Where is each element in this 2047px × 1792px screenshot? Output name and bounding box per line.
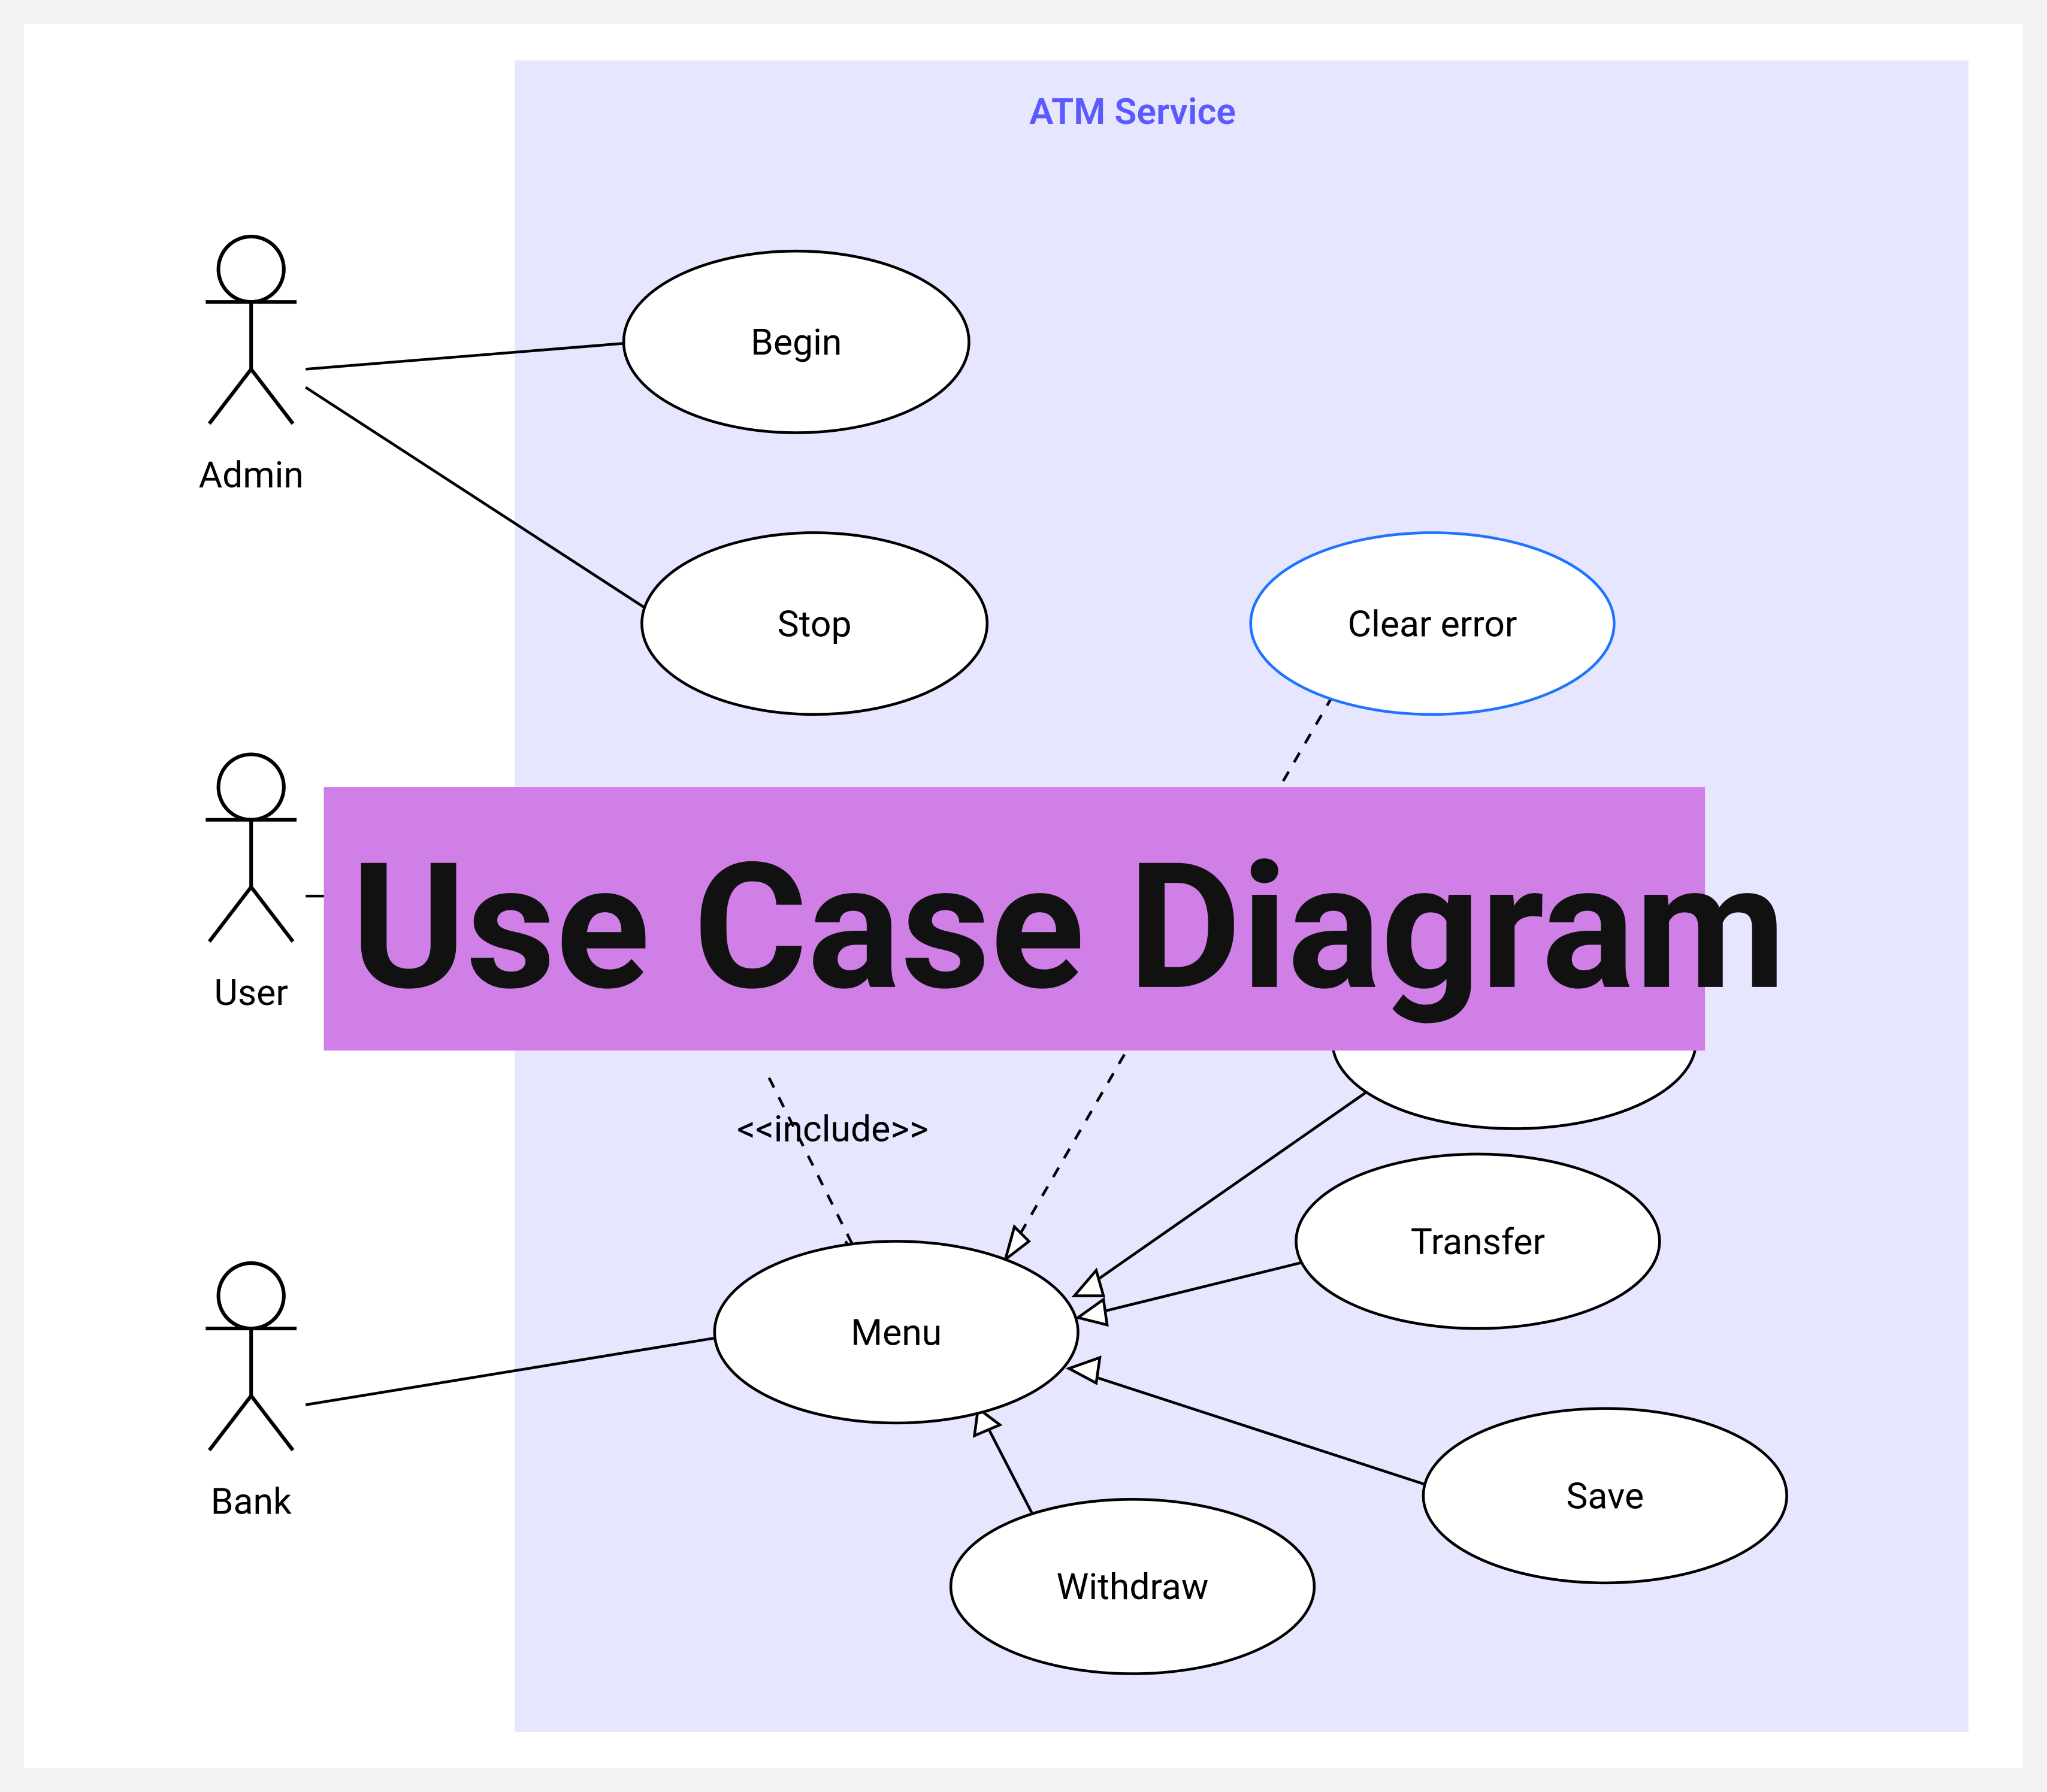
usecase-begin-label: Begin (751, 321, 842, 364)
edge-label-include: <<include>> (737, 1108, 929, 1151)
use-case-diagram-svg: ATM Service <<include>> (24, 24, 2023, 1768)
usecase-save-label: Save (1566, 1475, 1644, 1517)
actor-user-label: User (214, 971, 288, 1014)
usecase-stop-label: Stop (778, 603, 852, 645)
actor-bank (205, 1263, 297, 1450)
actor-admin (205, 237, 297, 423)
actor-bank-label: Bank (211, 1481, 292, 1523)
usecase-withdraw-label: Withdraw (1057, 1566, 1209, 1608)
usecase-clear-error-label: Clear error (1348, 603, 1517, 645)
actor-admin-label: Admin (199, 454, 304, 497)
usecase-transfer-label: Transfer (1411, 1221, 1545, 1263)
system-boundary-title: ATM Service (1029, 90, 1236, 133)
title-banner-text: Use Case Diagram (351, 826, 1786, 1030)
diagram-canvas: ATM Service <<include>> (24, 24, 2023, 1768)
actor-user (205, 755, 297, 942)
usecase-menu-label: Menu (851, 1311, 942, 1354)
